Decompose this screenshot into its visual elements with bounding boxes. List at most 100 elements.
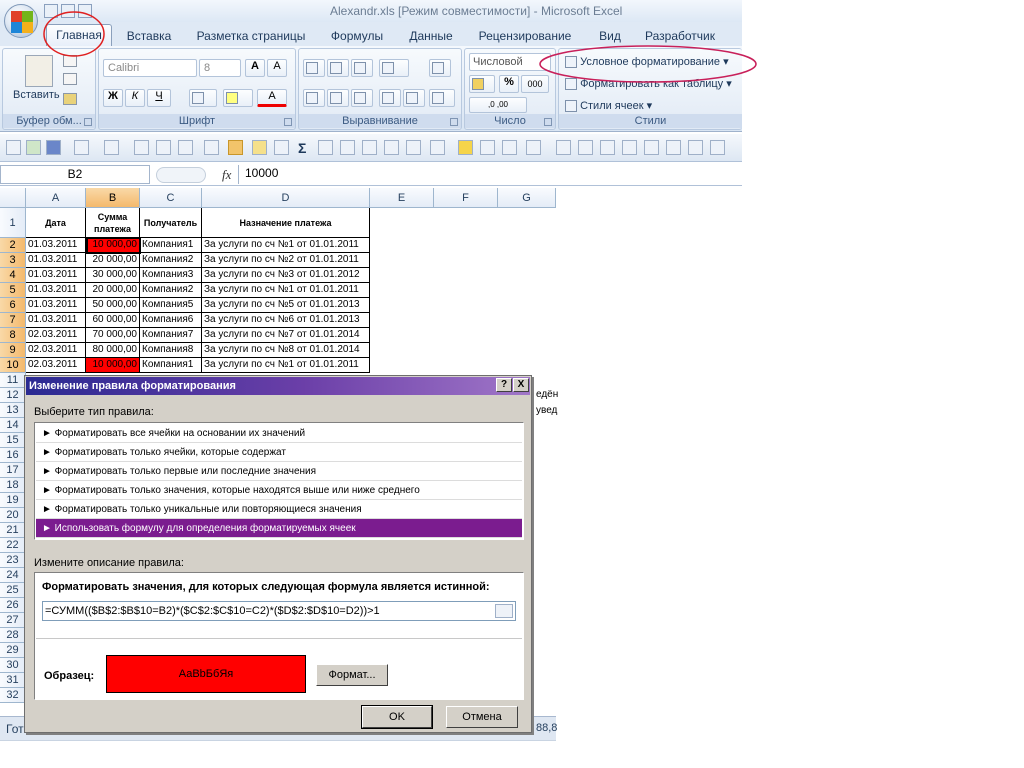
table-cell[interactable]: 50 000,00: [86, 298, 140, 313]
toolbar-icon[interactable]: [644, 140, 659, 155]
table-cell[interactable]: 01.03.2011: [26, 298, 86, 313]
table-cell[interactable]: За услуги по сч №8 от 01.01.2014: [202, 343, 370, 358]
table-cell[interactable]: Компания2: [140, 283, 202, 298]
decimal-buttons[interactable]: ,0 ,00: [469, 97, 527, 113]
toolbar-icon[interactable]: [384, 140, 399, 155]
rule-type-item[interactable]: ► Форматировать только первые или послед…: [36, 462, 522, 481]
toolbar-icon[interactable]: [666, 140, 681, 155]
table-cell[interactable]: Компания5: [140, 298, 202, 313]
row-header[interactable]: 29: [0, 643, 26, 658]
sort-icon[interactable]: [252, 140, 267, 155]
lock-icon[interactable]: [204, 140, 219, 155]
table-cell[interactable]: 01.03.2011: [26, 253, 86, 268]
bold-button[interactable]: Ж: [103, 89, 123, 107]
toolbar-icon[interactable]: [362, 140, 377, 155]
font-color-button[interactable]: A: [257, 89, 287, 107]
toolbar-icon[interactable]: [710, 140, 725, 155]
table-cell[interactable]: За услуги по сч №2 от 01.01.2011: [202, 253, 370, 268]
row-header[interactable]: 18: [0, 478, 26, 493]
table-cell[interactable]: 10 000,00: [86, 358, 140, 373]
table-cell[interactable]: Компания3: [140, 268, 202, 283]
ok-button[interactable]: OK: [361, 705, 433, 729]
unlock-icon[interactable]: [228, 140, 243, 155]
row-header[interactable]: 16: [0, 448, 26, 463]
table-cell[interactable]: За услуги по сч №3 от 01.01.2012: [202, 268, 370, 283]
insert-function-icon[interactable]: fx: [222, 167, 231, 183]
table-cell[interactable]: За услуги по сч №1 от 01.01.2011: [202, 358, 370, 373]
table-cell[interactable]: За услуги по сч №7 от 01.01.2014: [202, 328, 370, 343]
table-cell[interactable]: 10 000,00: [86, 238, 140, 253]
table-header-cell[interactable]: Дата: [26, 208, 86, 238]
table-cell[interactable]: 01.03.2011: [26, 283, 86, 298]
row-header[interactable]: 6: [0, 298, 26, 313]
undo-icon[interactable]: [74, 140, 89, 155]
row-header[interactable]: 20: [0, 508, 26, 523]
toolbar-icon[interactable]: [622, 140, 637, 155]
row-header[interactable]: 23: [0, 553, 26, 568]
table-cell[interactable]: 20 000,00: [86, 253, 140, 268]
toolbar-icon[interactable]: [480, 140, 495, 155]
sum-icon[interactable]: Σ: [298, 140, 306, 156]
align-left-button[interactable]: [303, 89, 325, 107]
help-button[interactable]: ?: [496, 378, 512, 392]
filter-icon[interactable]: [274, 140, 289, 155]
table-cell[interactable]: 20 000,00: [86, 283, 140, 298]
column-header[interactable]: F: [434, 188, 498, 208]
row-header[interactable]: 14: [0, 418, 26, 433]
toolbar-icon[interactable]: [688, 140, 703, 155]
row-header[interactable]: 32: [0, 688, 26, 703]
formula-field[interactable]: =СУММ(($B$2:$B$10=B2)*($C$2:$C$10=C2)*($…: [42, 601, 516, 621]
cancel-button[interactable]: Отмена: [446, 706, 518, 728]
table-cell[interactable]: За услуги по сч №5 от 01.01.2013: [202, 298, 370, 313]
fill-color-button[interactable]: [223, 89, 253, 107]
row-header[interactable]: 10: [0, 358, 26, 373]
dialog-launcher-icon[interactable]: [84, 118, 92, 126]
save-icon[interactable]: [46, 140, 61, 155]
table-cell[interactable]: За услуги по сч №6 от 01.01.2013: [202, 313, 370, 328]
row-header[interactable]: 25: [0, 583, 26, 598]
column-header[interactable]: B: [86, 188, 140, 208]
column-header[interactable]: C: [140, 188, 202, 208]
table-cell[interactable]: Компания1: [140, 358, 202, 373]
format-painter-icon[interactable]: [63, 93, 77, 105]
align-center-button[interactable]: [327, 89, 349, 107]
dialog-launcher-icon[interactable]: [544, 118, 552, 126]
toolbar-icon[interactable]: [430, 140, 445, 155]
merge-center-button[interactable]: [429, 89, 455, 107]
toolbar-icon[interactable]: [578, 140, 593, 155]
collapse-range-icon[interactable]: [495, 604, 513, 618]
dialog-launcher-icon[interactable]: [284, 118, 292, 126]
redo-icon[interactable]: [104, 140, 119, 155]
toolbar-icon[interactable]: [600, 140, 615, 155]
toolbar-icon[interactable]: [406, 140, 421, 155]
row-header[interactable]: 30: [0, 658, 26, 673]
table-cell[interactable]: 01.03.2011: [26, 268, 86, 283]
table-cell[interactable]: 02.03.2011: [26, 358, 86, 373]
row-header[interactable]: 9: [0, 343, 26, 358]
row-header[interactable]: 1: [0, 208, 26, 238]
close-button[interactable]: X: [513, 378, 529, 392]
paste-button[interactable]: Вставить: [13, 89, 60, 101]
row-header[interactable]: 27: [0, 613, 26, 628]
row-header[interactable]: 24: [0, 568, 26, 583]
table-cell[interactable]: За услуги по сч №1 от 01.01.2011: [202, 283, 370, 298]
row-header[interactable]: 19: [0, 493, 26, 508]
table-cell[interactable]: 01.03.2011: [26, 313, 86, 328]
table-cell[interactable]: Компания1: [140, 238, 202, 253]
row-header[interactable]: 17: [0, 463, 26, 478]
spelling-icon[interactable]: [178, 140, 193, 155]
table-cell[interactable]: За услуги по сч №1 от 01.01.2011: [202, 238, 370, 253]
new-icon[interactable]: [134, 140, 149, 155]
table-cell[interactable]: 60 000,00: [86, 313, 140, 328]
row-header[interactable]: 5: [0, 283, 26, 298]
cell-styles-button[interactable]: Стили ячеек ▾: [565, 99, 652, 113]
table-cell[interactable]: 30 000,00: [86, 268, 140, 283]
table-cell[interactable]: Компания6: [140, 313, 202, 328]
name-box[interactable]: B2: [0, 165, 150, 184]
row-header[interactable]: 3: [0, 253, 26, 268]
table-cell[interactable]: 70 000,00: [86, 328, 140, 343]
table-cell[interactable]: Компания8: [140, 343, 202, 358]
column-header[interactable]: E: [370, 188, 434, 208]
column-header[interactable]: D: [202, 188, 370, 208]
select-all-corner[interactable]: [0, 188, 26, 208]
